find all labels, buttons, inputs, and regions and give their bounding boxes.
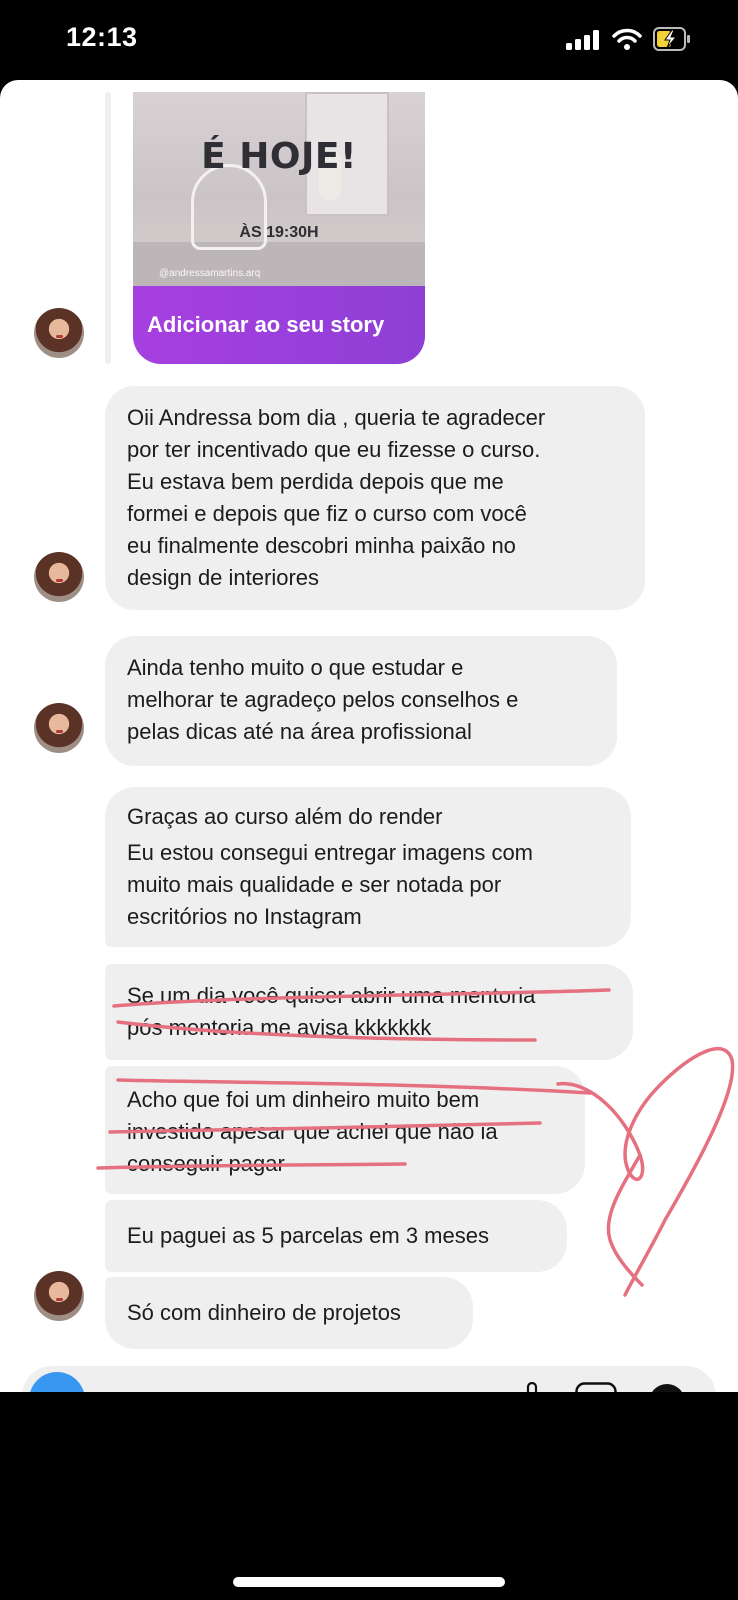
story-handle: @andressamartins.arq (159, 268, 261, 279)
message-bubble[interactable]: Graças ao curso além do render Eu estou … (105, 787, 631, 947)
story-subtitle: ÀS 19:30H (239, 224, 319, 241)
home-indicator[interactable] (233, 1577, 505, 1587)
reply-thread-line (105, 92, 111, 364)
avatar[interactable] (34, 552, 84, 602)
status-time: 12:13 (66, 22, 138, 52)
chat-panel: É HOJE! ÀS 19:30H @andressamartins.arq A… (0, 80, 738, 1392)
message-composer[interactable]: M (22, 1366, 716, 1392)
avatar[interactable] (34, 308, 84, 358)
sticker-icon[interactable] (647, 1382, 687, 1392)
message-bubble[interactable]: Se um dia você quiser abrir uma mentoria… (105, 964, 633, 1060)
heart-stroke (606, 1153, 644, 1287)
story-headline: É HOJE! (201, 136, 357, 177)
avatar[interactable] (34, 1271, 84, 1321)
story-reply-card[interactable]: É HOJE! ÀS 19:30H @andressamartins.arq A… (133, 92, 425, 364)
message-bubble[interactable]: Ainda tenho muito o que estudar e melhor… (105, 636, 617, 766)
camera-icon (46, 1390, 70, 1392)
heart-icon (556, 1047, 735, 1297)
camera-button[interactable] (29, 1372, 85, 1392)
signal-icon (566, 30, 599, 50)
message-bubble[interactable]: Oii Andressa bom dia , queria te agradec… (105, 386, 645, 610)
avatar[interactable] (34, 703, 84, 753)
message-bubble[interactable]: Só com dinheiro de projetos (105, 1277, 473, 1349)
add-to-story-button[interactable]: Adicionar ao seu story (133, 286, 425, 364)
wifi-icon (612, 28, 642, 50)
battery-charging-icon (653, 27, 690, 51)
gallery-icon[interactable] (575, 1382, 617, 1392)
message-input[interactable]: M (108, 1388, 126, 1392)
message-bubble[interactable]: Eu paguei as 5 parcelas em 3 meses (105, 1200, 567, 1272)
status-bar: 12:13 (0, 0, 738, 80)
message-bubble[interactable]: Acho que foi um dinheiro muito bem inves… (105, 1066, 585, 1194)
microphone-icon[interactable] (522, 1382, 542, 1392)
story-image[interactable]: É HOJE! ÀS 19:30H @andressamartins.arq (133, 92, 425, 286)
